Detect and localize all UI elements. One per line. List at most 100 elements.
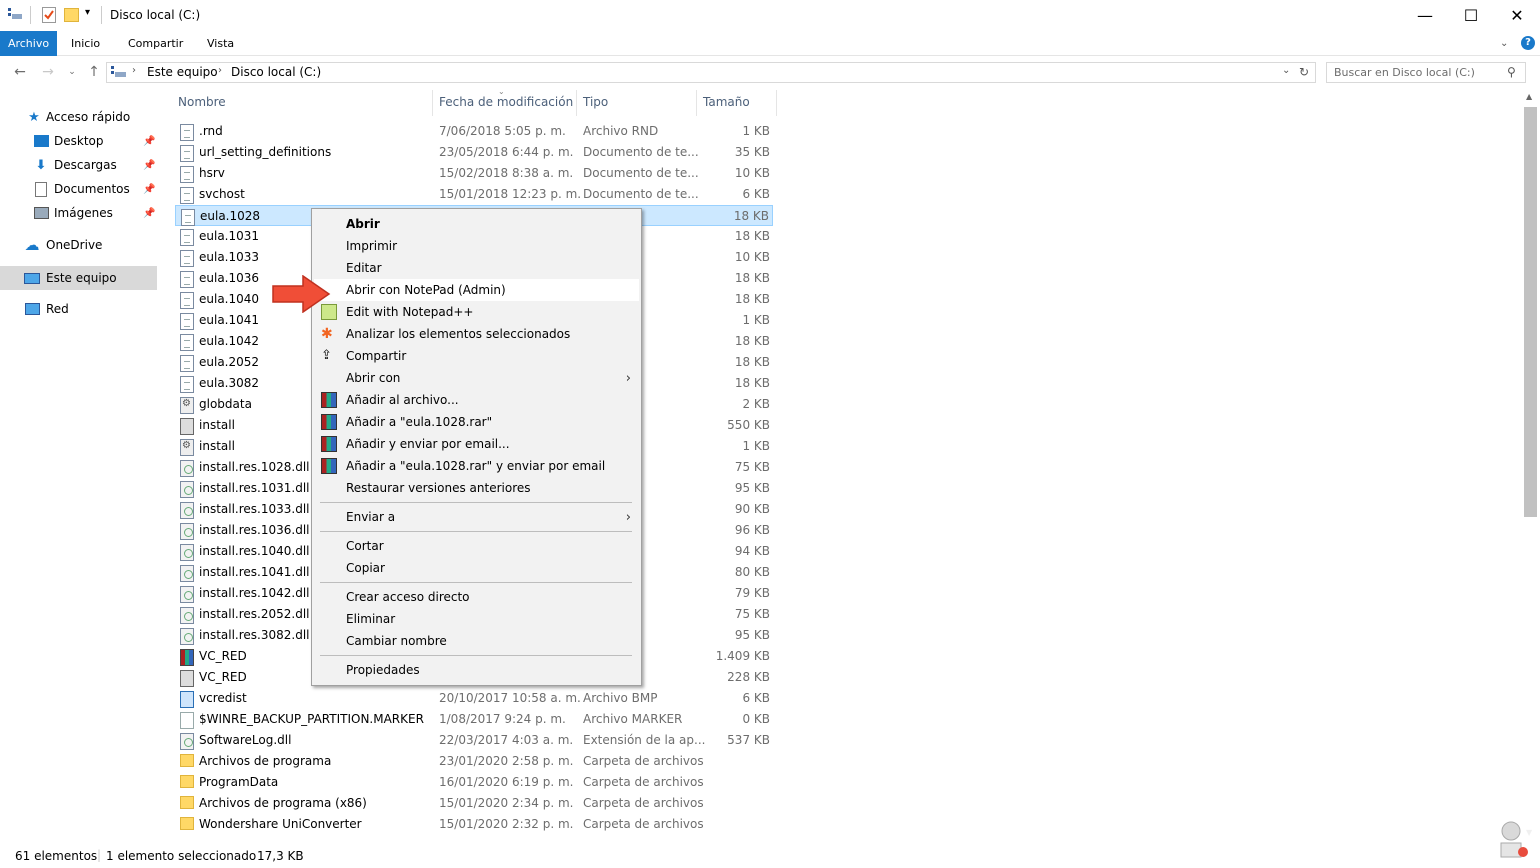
file-name: install.res.1033.dll (199, 502, 310, 516)
file-row[interactable]: SoftwareLog.dll 22/03/2017 4:03 a. m. Exte… (175, 730, 773, 751)
up-arrow-icon[interactable]: ↑ (84, 62, 104, 82)
file-row[interactable]: $WINRE_BACKUP_PARTITION.MARKER 1/08/2017 … (175, 709, 773, 730)
column-header-tamano[interactable]: Tamaño (703, 95, 750, 115)
refresh-icon[interactable]: ↻ (1299, 65, 1309, 79)
menu-item-propiedades[interactable]: Propiedades (314, 659, 639, 681)
properties-icon[interactable] (42, 7, 56, 23)
file-name: install.res.1031.dll (199, 481, 310, 495)
pin-icon[interactable]: 📌 (143, 160, 155, 171)
recent-locations-icon[interactable]: ⌄ (62, 62, 82, 82)
expand-ribbon-icon[interactable]: ⌄ (1500, 31, 1508, 56)
file-row[interactable]: svchost 15/01/2018 12:23 p. m. Documento d… (175, 184, 773, 205)
menu-item-a-adir-a-eula-1028-rar-y-enviar-por-email[interactable]: Añadir a "eula.1028.rar" y enviar por em… (314, 455, 639, 477)
submenu-arrow-icon: › (625, 370, 631, 386)
close-button[interactable]: ✕ (1494, 0, 1540, 31)
scrollbar-thumb[interactable] (1524, 107, 1537, 517)
menu-separator (320, 582, 632, 583)
nav-item-onedrive[interactable]: ☁ OneDrive (0, 234, 157, 256)
menu-item-imprimir[interactable]: Imprimir (314, 235, 639, 257)
menu-item-edit-with-notepad[interactable]: Edit with Notepad++ (314, 301, 639, 323)
file-row[interactable]: ProgramData 16/01/2020 6:19 p. m. Carpeta … (175, 772, 773, 793)
help-icon[interactable]: ? (1521, 36, 1535, 50)
dll-file-icon (180, 460, 194, 477)
explorer-app-icon[interactable] (8, 8, 22, 20)
search-box[interactable]: Buscar en Disco local (C:) ⚲ (1326, 62, 1526, 83)
breadcrumb-separator: › (218, 65, 222, 76)
menu-label: Editar (346, 261, 382, 275)
menu-item-restaurar-versiones-anteriores[interactable]: Restaurar versiones anteriores (314, 477, 639, 499)
menu-item-analizar-los-elementos-seleccionados[interactable]: ✱ Analizar los elementos seleccionados (314, 323, 639, 345)
tab-vista[interactable]: Vista (207, 31, 234, 56)
menu-item-editar[interactable]: Editar (314, 257, 639, 279)
menu-item-compartir[interactable]: ⇪ Compartir (314, 345, 639, 367)
navigation-pane: ★ Acceso rápido Desktop 📌 ⬇ Descargas 📌 … (0, 100, 160, 840)
tab-archivo[interactable]: Archivo (0, 31, 57, 56)
nav-item-documentos[interactable]: Documentos 📌 (0, 178, 157, 200)
file-date: 23/05/2018 6:44 p. m. (439, 145, 574, 159)
search-input[interactable]: Buscar en Disco local (C:) (1334, 66, 1475, 79)
column-header-tipo[interactable]: Tipo (583, 95, 608, 115)
file-date: 23/01/2020 2:58 p. m. (439, 754, 574, 768)
breadcrumb-este-equipo[interactable]: Este equipo (147, 65, 218, 79)
file-row[interactable]: url_setting_definitions 23/05/2018 6:44 p… (175, 142, 773, 163)
menu-item-a-adir-y-enviar-por-email[interactable]: Añadir y enviar por email... (314, 433, 639, 455)
file-name: eula.1040 (199, 292, 260, 306)
menu-item-abrir[interactable]: Abrir (314, 213, 639, 235)
column-header-fecha[interactable]: Fecha de modificación (439, 95, 573, 115)
file-row[interactable]: Archivos de programa 23/01/2020 2:58 p. m… (175, 751, 773, 772)
minimize-button[interactable]: — (1402, 0, 1448, 31)
nav-item-descargas[interactable]: ⬇ Descargas 📌 (0, 154, 157, 176)
address-bar[interactable]: › Este equipo › Disco local (C:) ⌄ ↻ (106, 62, 1316, 83)
customize-toolbar-icon[interactable]: ▾ (85, 7, 90, 18)
menu-item-eliminar[interactable]: Eliminar (314, 608, 639, 630)
winrar-icon (321, 392, 337, 408)
menu-item-crear-acceso-directo[interactable]: Crear acceso directo (314, 586, 639, 608)
file-name: SoftwareLog.dll (199, 733, 292, 747)
maximize-button[interactable]: ☐ (1448, 0, 1494, 31)
exe-file-icon (180, 418, 194, 435)
menu-item-cambiar-nombre[interactable]: Cambiar nombre (314, 630, 639, 652)
doc-file-icon (180, 229, 194, 246)
scroll-up-icon[interactable]: ▲ (1526, 92, 1532, 101)
search-icon[interactable]: ⚲ (1507, 65, 1516, 79)
column-divider[interactable] (576, 90, 577, 116)
address-dropdown-icon[interactable]: ⌄ (1282, 65, 1290, 76)
file-row[interactable]: vcredist 20/10/2017 10:58 a. m. Archivo BM… (175, 688, 773, 709)
file-row[interactable]: hsrv 15/02/2018 8:38 a. m. Documento de te… (175, 163, 773, 184)
menu-item-copiar[interactable]: Copiar (314, 557, 639, 579)
column-divider[interactable] (776, 90, 777, 116)
menu-item-a-adir-a-eula-1028-rar[interactable]: Añadir a "eula.1028.rar" (314, 411, 639, 433)
file-date: 20/10/2017 10:58 a. m. (439, 691, 581, 705)
menu-item-abrir-con-notepad-admin[interactable]: Abrir con NotePad (Admin) (314, 279, 639, 301)
menu-item-enviar-a[interactable]: Enviar a › (314, 506, 639, 528)
nav-item-este-equipo[interactable]: Este equipo (0, 266, 157, 290)
file-row[interactable]: Wondershare UniConverter 15/01/2020 2:32 … (175, 814, 773, 835)
breadcrumb-disco-local[interactable]: Disco local (C:) (231, 65, 321, 79)
menu-item-cortar[interactable]: Cortar (314, 535, 639, 557)
forward-arrow-icon[interactable]: → (38, 62, 58, 82)
menu-item-a-adir-al-archivo[interactable]: Añadir al archivo... (314, 389, 639, 411)
file-size: 6 KB (742, 187, 770, 201)
column-divider[interactable] (432, 90, 433, 116)
file-name: eula.3082 (199, 376, 260, 390)
nav-item-imagenes[interactable]: Imágenes 📌 (0, 202, 157, 224)
file-size: 1.409 KB (715, 649, 770, 663)
file-row[interactable]: Archivos de programa (x86) 15/01/2020 2:3… (175, 793, 773, 814)
file-row[interactable]: .rnd 7/06/2018 5:05 p. m. Archivo RND 1 KB (175, 121, 773, 142)
nav-item-red[interactable]: Red (0, 298, 157, 320)
file-name: ProgramData (199, 775, 279, 789)
file-name: .rnd (199, 124, 223, 138)
pin-icon[interactable]: 📌 (143, 184, 155, 195)
nav-item-desktop[interactable]: Desktop 📌 (0, 130, 157, 152)
column-header-nombre[interactable]: Nombre (178, 95, 226, 115)
menu-item-abrir-con[interactable]: Abrir con › (314, 367, 639, 389)
new-folder-icon[interactable] (64, 8, 79, 22)
winrar-icon (321, 436, 337, 452)
pin-icon[interactable]: 📌 (143, 136, 155, 147)
column-divider[interactable] (696, 90, 697, 116)
tab-compartir[interactable]: Compartir (128, 31, 183, 56)
nav-item-acceso-rapido[interactable]: ★ Acceso rápido (0, 106, 157, 128)
back-arrow-icon[interactable]: ← (10, 62, 30, 82)
tab-inicio[interactable]: Inicio (71, 31, 100, 56)
pin-icon[interactable]: 📌 (143, 208, 155, 219)
